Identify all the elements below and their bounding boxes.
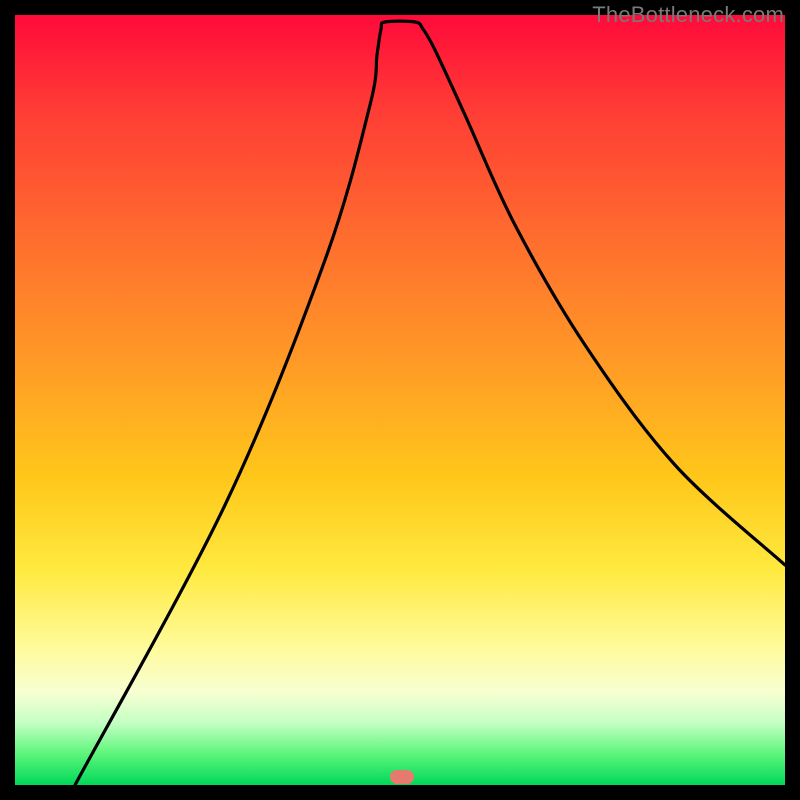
watermark-text: TheBottleneck.com bbox=[592, 0, 784, 30]
plot-area bbox=[15, 15, 785, 785]
minimum-marker bbox=[390, 770, 414, 784]
chart-frame: TheBottleneck.com bbox=[0, 0, 800, 800]
bottleneck-curve bbox=[15, 15, 785, 785]
